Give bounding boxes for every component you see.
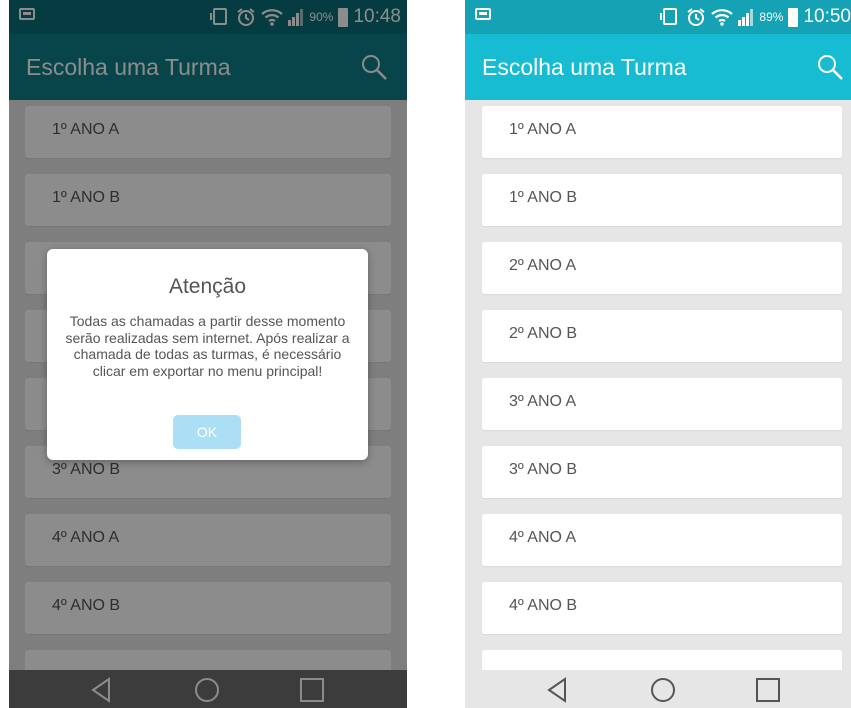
home-icon[interactable] — [648, 675, 678, 705]
class-name-label: 1º ANO A — [509, 121, 577, 138]
ok-button[interactable]: OK — [173, 415, 241, 449]
alarm-icon — [687, 8, 706, 26]
back-icon[interactable] — [543, 675, 573, 705]
class-list-item[interactable]: 2º ANO B — [482, 310, 842, 362]
class-name-label: 3º ANO B — [509, 461, 578, 478]
class-name-label: 2º ANO A — [509, 257, 577, 274]
class-name-label: 1º ANO B — [509, 189, 578, 206]
vibrate-icon — [660, 8, 678, 25]
navigation-bar — [465, 670, 851, 708]
page-title: Escolha uma Turma — [482, 54, 687, 80]
status-icons: 89% 10:50 — [659, 6, 851, 28]
attention-dialog: Atenção Todas as chamadas a partir desse… — [47, 249, 368, 460]
class-name-label: 3º ANO A — [509, 393, 577, 410]
class-list-item[interactable]: 4º ANO B — [482, 582, 842, 634]
class-list-item[interactable]: 2º ANO A — [482, 242, 842, 294]
search-icon[interactable] — [815, 52, 845, 82]
class-name-label: 4º ANO A — [509, 529, 577, 546]
class-list-item[interactable]: 3º ANO A — [482, 378, 842, 430]
app-bar: Escolha uma Turma — [465, 34, 851, 100]
battery-percent: 89% — [759, 10, 784, 24]
voicemail-notification-icon — [475, 8, 491, 20]
left-phone-screen: 90% 10:48 Escolha uma Turma 1º ANO A 1º A… — [9, 0, 407, 708]
class-list-item[interactable]: 3º ANO B — [482, 446, 842, 498]
clock: 10:50 — [803, 6, 851, 27]
dialog-message: Todas as chamadas a partir desse momento… — [65, 313, 350, 379]
class-list-item[interactable]: 1º ANO B — [482, 174, 842, 226]
class-list-item[interactable]: 1º ANO A — [482, 106, 842, 158]
recents-icon[interactable] — [753, 675, 783, 705]
battery-icon — [788, 7, 799, 27]
status-bar: 89% 10:50 — [465, 0, 851, 34]
class-name-label: 2º ANO B — [509, 325, 578, 342]
class-list-item[interactable]: 4º ANO A — [482, 514, 842, 566]
signal-icon — [738, 9, 754, 26]
class-name-label: 4º ANO B — [509, 597, 578, 614]
right-phone-screen: 89% 10:50 Escolha uma Turma 1º ANO A 1º A… — [465, 0, 851, 708]
dialog-title: Atenção — [168, 275, 247, 298]
wifi-icon — [711, 9, 734, 26]
